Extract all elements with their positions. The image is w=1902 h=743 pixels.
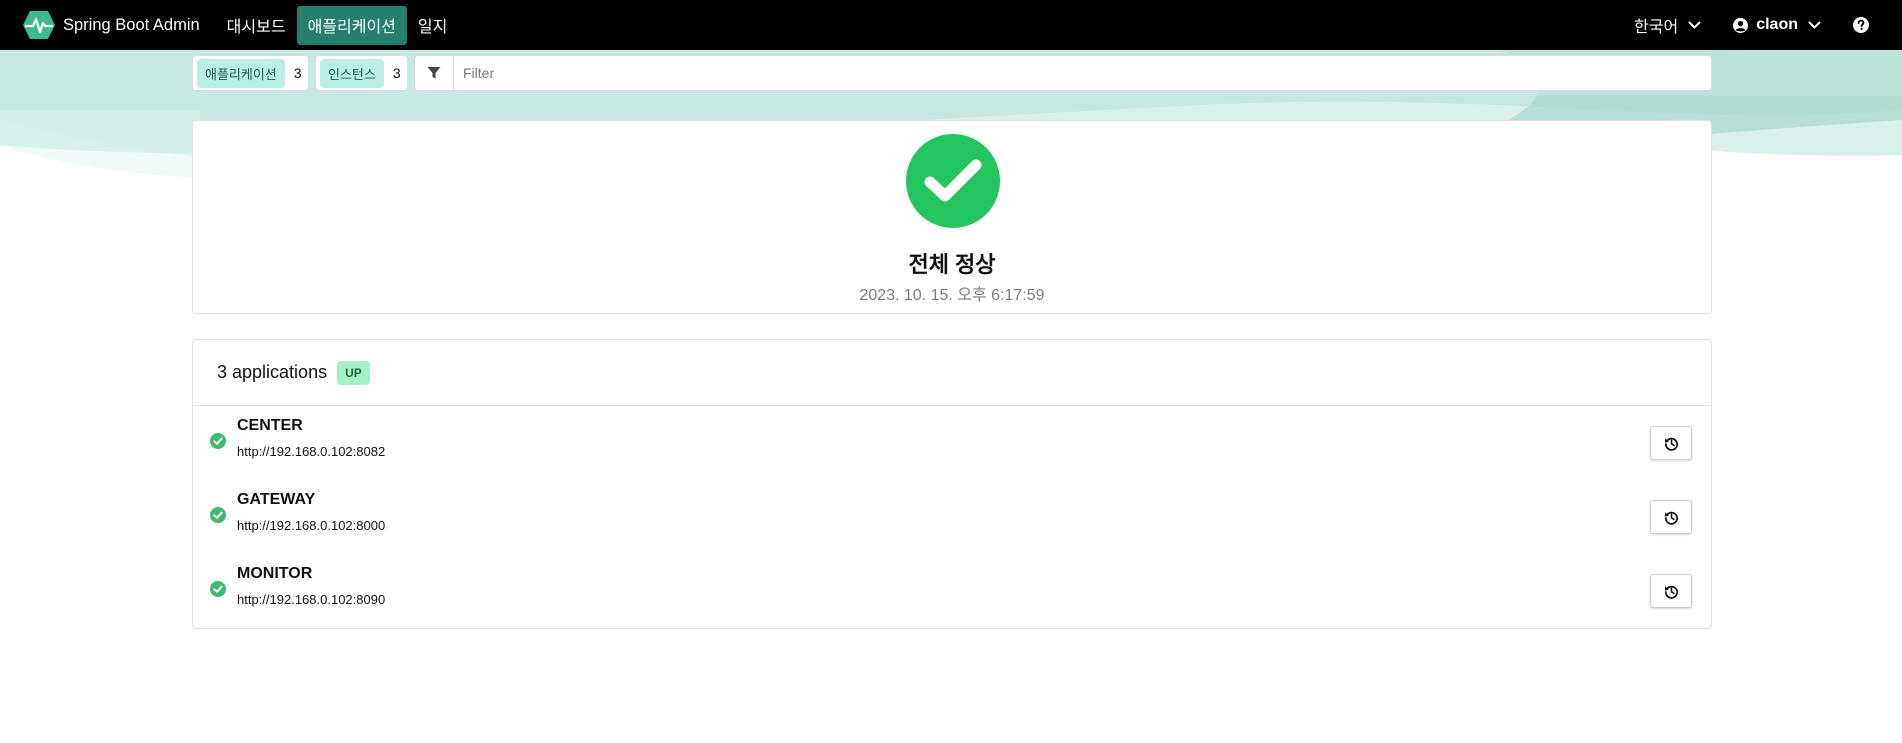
status-timestamp: 2023. 10. 15. 오후 6:17:59 [859,287,1045,304]
application-row-gateway[interactable]: GATEWAY http://192.168.0.102:8000 [193,480,1711,554]
application-url: http://192.168.0.102:8000 [237,518,386,533]
status-badge: UP [337,360,370,385]
check-circle-icon [210,507,226,523]
filter-button[interactable] [415,56,454,90]
history-icon [1664,585,1678,599]
applications-chip-count: 3 [293,65,302,81]
instances-chip-count: 3 [392,65,401,81]
applications-header: 3 applications UP [193,340,1711,406]
user-name: claon [1756,16,1798,33]
applications-card: 3 applications UP CENTER http://192.168.… [192,339,1712,629]
applications-chip-label: 애플리케이션 [197,58,285,88]
instances-chip-label: 인스턴스 [320,58,384,88]
navbar-right: 한국어 claon [1634,0,1902,50]
applications-title: 3 applications [217,362,328,382]
history-button[interactable] [1650,500,1692,534]
instances-count-chip: 인스턴스 3 [315,55,408,91]
filter-icon [427,67,441,79]
brand-link[interactable]: Spring Boot Admin [22,0,200,50]
brand-title: Spring Boot Admin [63,15,200,34]
application-url: http://192.168.0.102:8082 [237,444,386,459]
chevron-down-icon [1808,21,1821,29]
history-button[interactable] [1650,574,1692,608]
application-row-monitor[interactable]: MONITOR http://192.168.0.102:8090 [193,554,1711,628]
health-status-card: 전체 정상 2023. 10. 15. 오후 6:17:59 [192,120,1712,314]
nav-dashboard[interactable]: 대시보드 [216,6,297,45]
application-name: MONITOR [237,565,313,582]
application-url: http://192.168.0.102:8090 [237,592,386,607]
history-icon [1664,437,1678,451]
check-circle-icon [906,134,1000,228]
language-dropdown[interactable]: 한국어 [1634,13,1701,37]
history-button[interactable] [1650,426,1692,460]
filter-group [414,55,1712,91]
application-name: GATEWAY [237,491,316,508]
nav-journal[interactable]: 일지 [407,6,458,45]
status-title: 전체 정상 [908,252,996,277]
heartbeat-hexagon-icon [23,11,55,39]
check-circle-icon [210,433,226,449]
history-icon [1664,511,1678,525]
question-circle-icon[interactable] [1853,17,1869,33]
user-circle-icon [1733,17,1749,33]
top-navbar: Spring Boot Admin 대시보드 애플리케이션 일지 한국어 cla… [0,0,1902,50]
applications-count-chip: 애플리케이션 3 [192,55,309,91]
nav-applications[interactable]: 애플리케이션 [296,5,407,45]
user-dropdown[interactable]: claon [1733,16,1821,34]
chevron-down-icon [1688,21,1701,29]
check-circle-icon [210,581,226,597]
application-row-center[interactable]: CENTER http://192.168.0.102:8082 [193,406,1711,480]
language-label: 한국어 [1634,19,1679,36]
application-name: CENTER [237,417,303,434]
filter-input[interactable] [454,56,1711,90]
